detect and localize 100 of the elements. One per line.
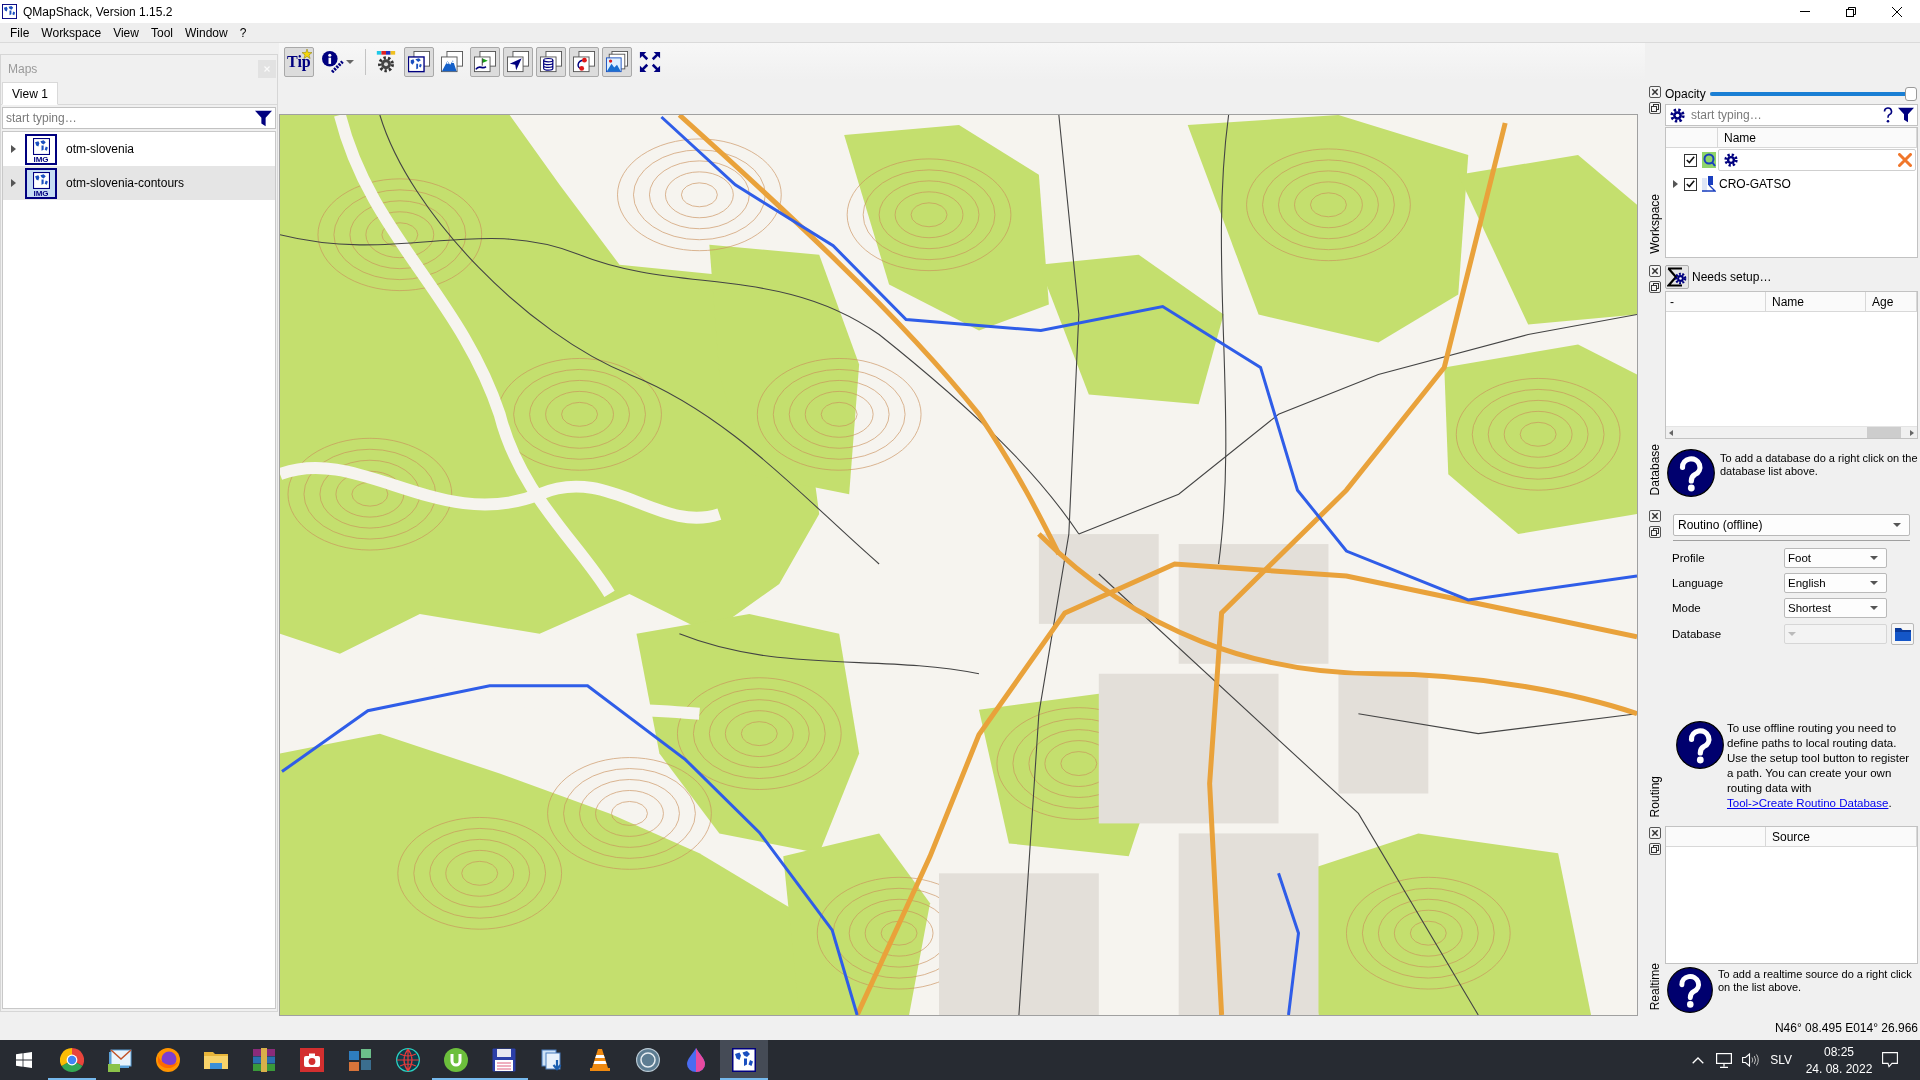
project-name[interactable]: CRO-GATSO: [1719, 177, 1791, 191]
setup-button[interactable]: [1665, 264, 1689, 289]
dock-tab-label[interactable]: Routing: [1648, 775, 1662, 817]
float-icon[interactable]: [1649, 526, 1661, 538]
close-icon: [1892, 6, 1902, 17]
toolbar-button[interactable]: [404, 46, 434, 77]
file-flag-icon: [1702, 176, 1716, 192]
scrollbar-thumb[interactable]: [1867, 427, 1901, 438]
filter-icon[interactable]: [255, 109, 272, 127]
file-format-label: IMG: [33, 188, 49, 198]
column-header[interactable]: Name: [1766, 292, 1866, 311]
dock-tab-label[interactable]: Workspace: [1648, 194, 1662, 254]
dropdown-field[interactable]: Shortest: [1784, 598, 1887, 618]
mountains-icon: [441, 50, 463, 73]
collapsed-arrow-icon[interactable]: [11, 145, 16, 153]
menu-item[interactable]: Window: [178, 23, 234, 42]
speaker-icon[interactable]: [1741, 1053, 1759, 1067]
menu-item[interactable]: View: [107, 23, 145, 42]
field-label: Database: [1672, 628, 1723, 640]
field-label: Language: [1672, 577, 1725, 589]
windows-logo-icon: [16, 1052, 32, 1068]
taskbar-button[interactable]: [720, 1040, 768, 1080]
drop-icon: [684, 1048, 708, 1072]
dock-tab-label[interactable]: Realtime: [1648, 962, 1662, 1010]
folder-icon: [1894, 627, 1911, 641]
help-icon: [1667, 449, 1715, 497]
monitor-icon[interactable]: [1716, 1052, 1733, 1068]
dropdown-field[interactable]: English: [1784, 573, 1887, 593]
dropdown-field[interactable]: Foot: [1784, 548, 1887, 568]
pictures-stack-icon: [606, 50, 628, 73]
swirl-ball-icon: [156, 1048, 180, 1072]
minimize-icon: [1800, 11, 1810, 12]
slider-thumb[interactable]: [1905, 87, 1917, 101]
map-list-item[interactable]: IMG otm-slovenia-contours: [3, 166, 275, 200]
database-icon: [540, 50, 562, 73]
help-icon[interactable]: [1883, 107, 1893, 123]
dropdown-arrow-icon: [346, 59, 354, 64]
menu-item[interactable]: Workspace: [35, 23, 108, 42]
clock-time[interactable]: 08:25: [1824, 1044, 1854, 1059]
window-title: QMapShack, Version 1.15.2: [23, 4, 174, 19]
collapsed-arrow-icon[interactable]: [1672, 180, 1678, 188]
close-icon[interactable]: [1649, 86, 1661, 98]
toolbar-button[interactable]: [569, 46, 599, 77]
gear-icon: [1670, 107, 1685, 123]
panel-title: Maps: [8, 61, 38, 76]
browse-button[interactable]: [1891, 623, 1914, 645]
toolbar-button[interactable]: [503, 46, 533, 77]
chevron-up-icon[interactable]: [1692, 1056, 1705, 1064]
menu-item[interactable]: Tool: [144, 23, 179, 42]
search-field[interactable]: start typing…: [1665, 104, 1918, 126]
filter-field[interactable]: [1718, 149, 1916, 171]
input-language[interactable]: SLV: [1770, 1053, 1792, 1067]
multicolor-ball-icon: [60, 1048, 84, 1072]
checkbox[interactable]: [1684, 153, 1697, 167]
books-stack-icon: [252, 1048, 276, 1072]
filter-icon[interactable]: [1898, 107, 1914, 123]
ring-disc-icon: [636, 1048, 660, 1072]
horseshoe-disc-icon: [444, 1048, 468, 1072]
router-dropdown[interactable]: Routino (offline): [1673, 514, 1910, 536]
map-name: otm-slovenia-contours: [66, 176, 185, 190]
message-bubble-icon[interactable]: [1882, 1052, 1898, 1068]
pointer-arrow-icon: [507, 50, 529, 73]
menu-item[interactable]: File: [4, 23, 36, 42]
sigma-gear-icon: [1667, 266, 1687, 287]
dropdown-arrow-icon: [1870, 606, 1878, 610]
menu-item[interactable]: ?: [233, 23, 253, 42]
scroll-right-icon[interactable]: [1910, 429, 1914, 436]
clock-date[interactable]: 24. 08. 2022: [1805, 1061, 1873, 1076]
column-header[interactable]: Age: [1866, 292, 1917, 311]
tip-button[interactable]: Tip: [284, 46, 314, 77]
gear-icon: [1724, 153, 1738, 167]
collapsed-arrow-icon[interactable]: [11, 179, 16, 187]
fullscreen-icon: [639, 50, 661, 73]
toolbar-button[interactable]: [536, 46, 566, 77]
tiles-icon: [348, 1048, 372, 1072]
close-icon[interactable]: [1649, 265, 1661, 277]
help-text: To add a realtime source do a right click on the list above.: [1718, 968, 1913, 994]
toolbar-button[interactable]: [602, 46, 632, 77]
float-icon[interactable]: [1649, 843, 1661, 855]
column-header[interactable]: -: [1666, 292, 1766, 311]
horizontal-scrollbar[interactable]: [1666, 426, 1917, 438]
documents-arrow-icon: [540, 1048, 564, 1072]
dropdown-arrow-icon: [1788, 632, 1796, 636]
cursor-coordinates: N46° 08.495 E014° 26.966: [1774, 1021, 1918, 1035]
close-icon[interactable]: [1649, 510, 1661, 522]
search-field[interactable]: start typing…: [2, 107, 276, 129]
help-text: To use offline routing you need to define paths to local routing data. Use the setup tool button to register a path. You can create your own routing data with Tool->Create Routino Database.: [1727, 721, 1911, 811]
float-icon[interactable]: [1649, 281, 1661, 293]
dock-tab-label[interactable]: Database: [1648, 443, 1662, 495]
checkbox[interactable]: [1684, 177, 1697, 191]
tab[interactable]: View 1: [2, 82, 58, 105]
scroll-left-icon[interactable]: [1669, 429, 1673, 436]
float-icon[interactable]: [1649, 102, 1661, 114]
opacity-label: Opacity: [1665, 87, 1706, 101]
file-format-label: IMG: [33, 154, 49, 164]
help-icon: [1667, 967, 1713, 1013]
close-icon[interactable]: [1649, 827, 1661, 839]
toolbar-button[interactable]: [470, 46, 500, 77]
world-map-icon: [32, 171, 50, 189]
dropdown-arrow-icon: [1870, 581, 1878, 585]
